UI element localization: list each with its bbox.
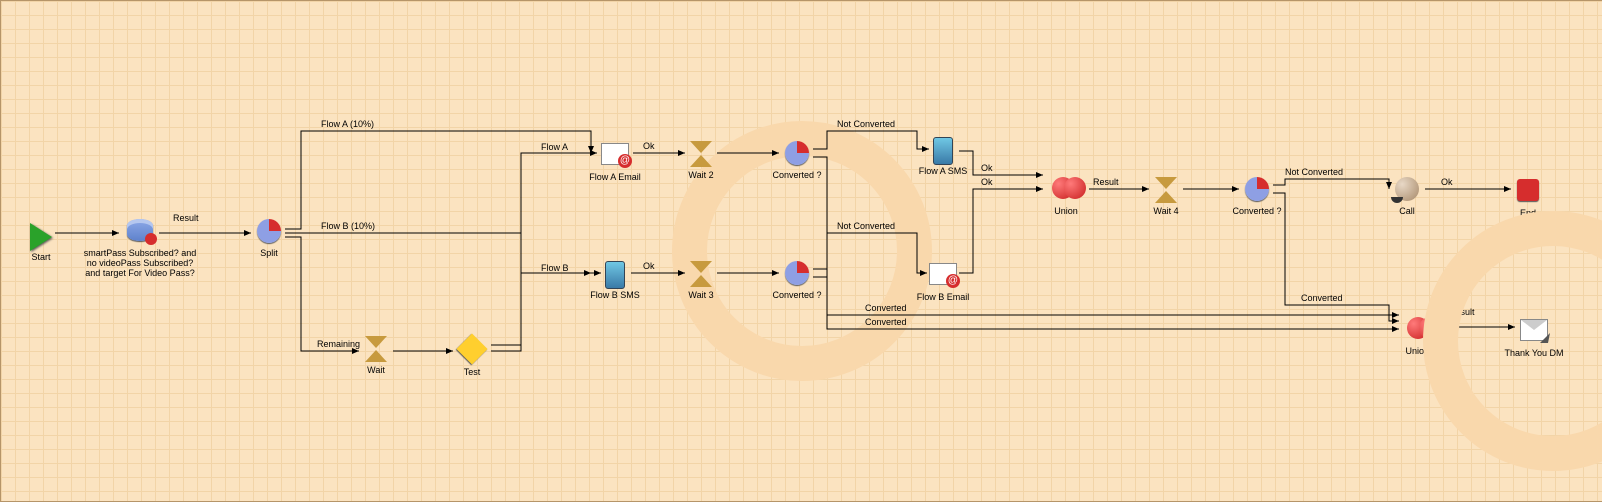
edge-label-conv2l: Converted	[865, 317, 907, 327]
test-icon	[458, 338, 486, 366]
node-conv2[interactable]: Converted ?	[737, 261, 857, 301]
node-label: smartPass Subscribed? and no videoPass S…	[80, 249, 200, 279]
node-label: Converted ?	[1197, 207, 1317, 217]
db-icon	[126, 219, 154, 247]
edge-label-res3: Result	[1449, 307, 1475, 317]
edge-label-ok5: Ok	[1441, 177, 1453, 187]
pie-icon	[1243, 177, 1271, 205]
node-filter[interactable]: smartPass Subscribed? and no videoPass S…	[80, 219, 200, 279]
node-label: Call	[1347, 207, 1467, 217]
edge-label-ok1: Ok	[643, 141, 655, 151]
node-split[interactable]: Split	[209, 219, 329, 259]
hourglass-icon	[687, 261, 715, 289]
sms-icon	[929, 137, 957, 165]
workflow-canvas[interactable]: StartsmartPass Subscribed? and no videoP…	[0, 0, 1602, 502]
email-icon	[601, 143, 629, 171]
edge-label-nc3: Not Converted	[1285, 167, 1343, 177]
edge-label-flowAlbl: Flow A	[541, 142, 568, 152]
edge-label-res2: Result	[1093, 177, 1119, 187]
node-conv1[interactable]: Converted ?	[737, 141, 857, 181]
node-label: Flow B Email	[883, 293, 1003, 303]
email-icon	[929, 263, 957, 291]
edge-label-ok3: Ok	[981, 163, 993, 173]
sms-icon	[601, 261, 629, 289]
pie-icon	[255, 219, 283, 247]
edge-label-conv3l: Converted	[1301, 293, 1343, 303]
union-icon	[1052, 177, 1080, 205]
pie-icon	[783, 261, 811, 289]
start-icon	[27, 223, 55, 251]
node-label: Thank You DM	[1474, 349, 1594, 359]
hourglass-icon	[362, 336, 390, 364]
node-flowBEmail[interactable]: Flow B Email	[883, 261, 1003, 303]
edge-label-conv1l: Converted	[865, 303, 907, 313]
end-icon	[1514, 179, 1542, 207]
edge-label-nc2: Not Converted	[837, 221, 895, 231]
node-union2[interactable]: Union 2	[1361, 317, 1481, 357]
node-label: Test	[412, 368, 532, 378]
hourglass-icon	[687, 141, 715, 169]
node-thankyou[interactable]: Thank You DM	[1474, 317, 1594, 359]
edge-label-flowBlbl: Flow B	[541, 263, 569, 273]
node-label: Union 2	[1361, 347, 1481, 357]
edge-label-flowB10: Flow B (10%)	[321, 221, 375, 231]
node-label: Converted ?	[737, 171, 857, 181]
call-icon	[1393, 177, 1421, 205]
node-label: Converted ?	[737, 291, 857, 301]
edge-label-ok4: Ok	[981, 177, 993, 187]
node-label: End	[1468, 209, 1588, 219]
node-conv3[interactable]: Converted ?	[1197, 177, 1317, 217]
hourglass-icon	[1152, 177, 1180, 205]
pie-icon	[783, 141, 811, 169]
node-end[interactable]: End	[1468, 179, 1588, 219]
edge-label-remain: Remaining	[317, 339, 360, 349]
node-test[interactable]: Test	[412, 338, 532, 378]
union-icon	[1407, 317, 1435, 345]
dm-icon	[1520, 319, 1548, 347]
edge-label-result1: Result	[173, 213, 199, 223]
edge-label-flowA10: Flow A (10%)	[321, 119, 374, 129]
edge-label-ok2: Ok	[643, 261, 655, 271]
edge-label-nc1: Not Converted	[837, 119, 895, 129]
node-label: Split	[209, 249, 329, 259]
